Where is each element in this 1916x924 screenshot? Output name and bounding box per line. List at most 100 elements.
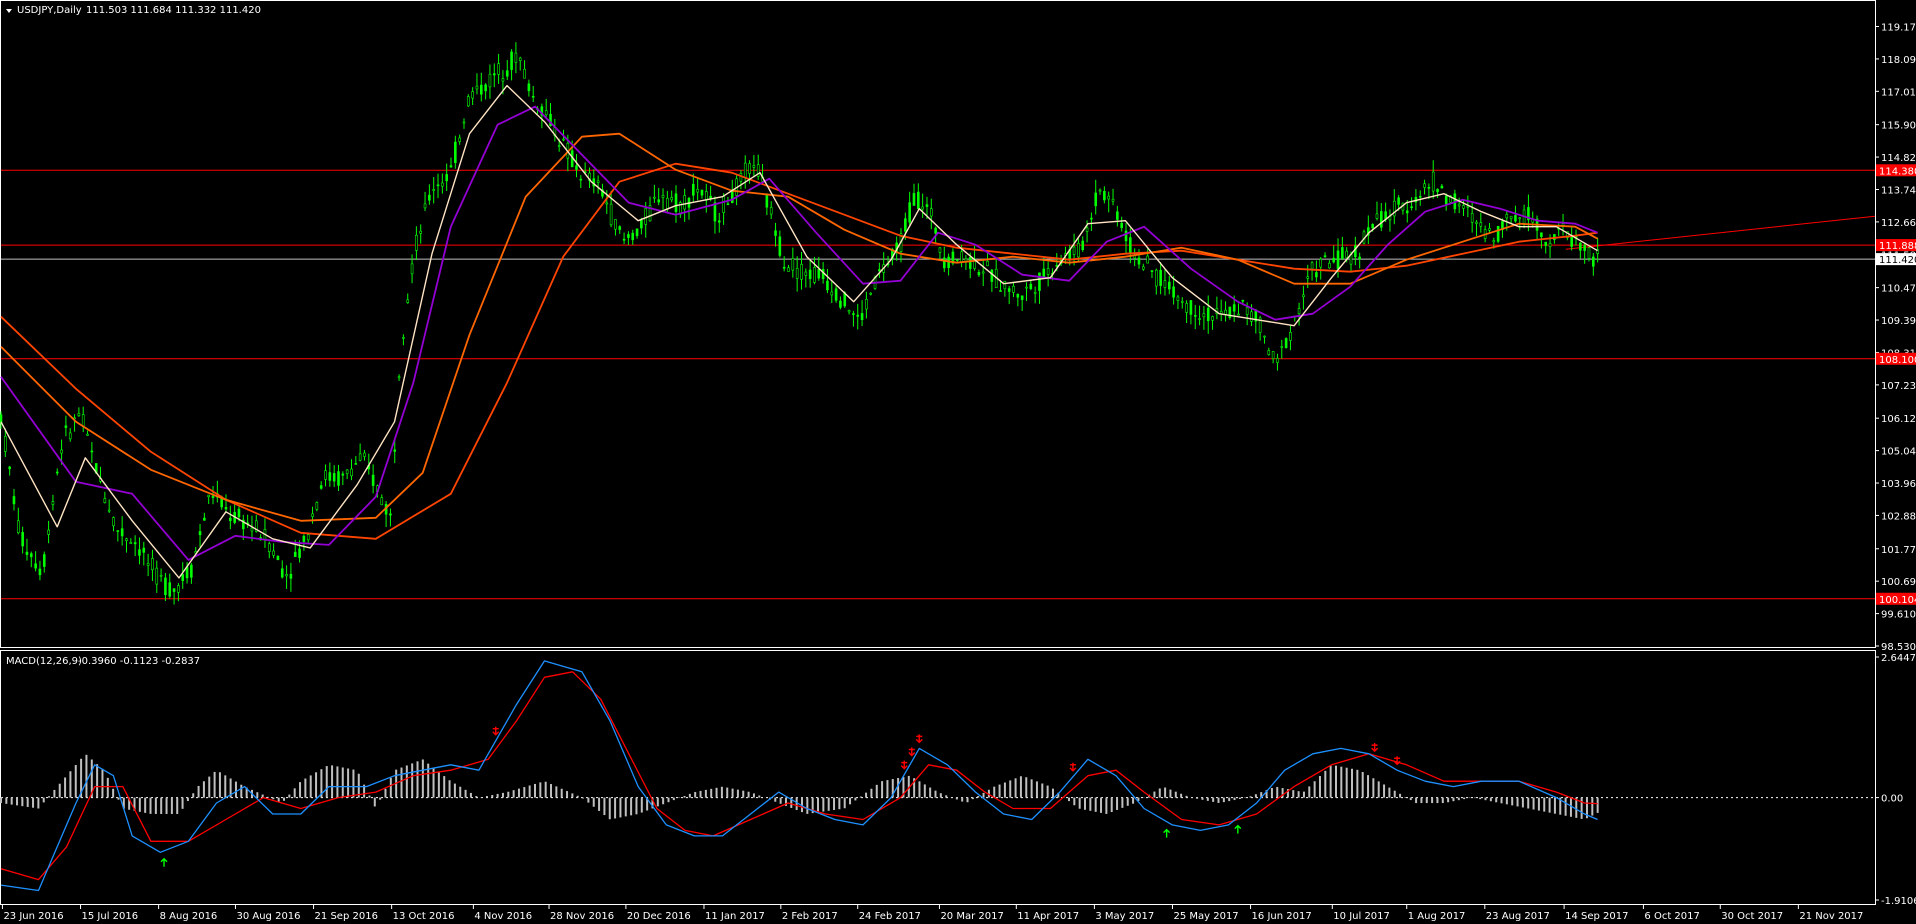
candle-body — [168, 582, 172, 597]
candle-body — [640, 219, 643, 229]
candle-body — [934, 227, 937, 234]
candle-body — [878, 269, 881, 272]
candle-body — [272, 550, 275, 556]
candle-body — [419, 230, 423, 234]
candle-body — [510, 51, 513, 70]
price-tick-label: 114.820 — [1881, 153, 1916, 164]
candle-body — [25, 551, 29, 555]
candle-body — [293, 551, 297, 557]
candle-body — [315, 502, 319, 510]
candle-body — [1302, 294, 1305, 298]
candle-body — [190, 564, 193, 578]
candle-body — [1470, 213, 1474, 223]
candle-body — [1284, 338, 1288, 348]
candle-body — [1081, 240, 1085, 251]
price-tick-label: 100.690 — [1881, 577, 1916, 588]
candle-body — [1280, 346, 1284, 348]
candle-body — [1012, 285, 1015, 293]
candle-body — [332, 473, 336, 482]
candle-body — [120, 528, 124, 537]
candle-body — [635, 228, 639, 237]
macd-tick-label: -1.9106 — [1881, 896, 1916, 907]
candle-body — [1345, 250, 1348, 259]
candle-body — [739, 173, 743, 182]
ma-slow-line — [0, 132, 1599, 522]
candle-body — [363, 452, 366, 457]
candle-body — [12, 496, 16, 505]
candle-body — [276, 556, 280, 561]
price-tick-label: 119.170 — [1881, 23, 1916, 34]
candle-body — [1150, 270, 1154, 272]
ma-mid-line — [0, 105, 1598, 561]
price-tick-label: 102.880 — [1881, 511, 1916, 522]
trading-chart-window[interactable]: 119.170 118.090 117.010 115.900 114.820 113.7… — [0, 0, 1916, 924]
candle-body — [726, 203, 730, 206]
candle-body — [1154, 269, 1158, 287]
candle-body — [159, 574, 163, 577]
candle-body — [1211, 316, 1214, 321]
candle-body — [34, 563, 37, 569]
time-tick-label: 24 Feb 2017 — [859, 911, 921, 922]
candle-body — [670, 197, 673, 201]
candle-body — [345, 469, 349, 474]
time-tick-label: 28 Nov 2016 — [550, 911, 614, 922]
candle-body — [921, 206, 924, 210]
candle-body — [1029, 283, 1033, 290]
candle-body — [661, 195, 665, 198]
candle-body — [856, 314, 860, 317]
candle-body — [1444, 195, 1448, 205]
candle-body — [817, 268, 821, 279]
candle-body — [960, 251, 963, 263]
candle-body — [454, 141, 457, 164]
candle-body — [1163, 280, 1167, 288]
candle-body — [1457, 203, 1461, 207]
candle-body — [402, 337, 405, 339]
candle-body — [337, 471, 340, 486]
candle-body — [1332, 257, 1336, 263]
candle-body — [428, 194, 431, 201]
candle-body — [151, 558, 154, 571]
arrow-up-icon — [160, 857, 168, 867]
candle-body — [700, 189, 704, 196]
candle-body — [722, 196, 725, 213]
candle-body — [1289, 332, 1292, 341]
candle-body — [518, 57, 522, 61]
candle-body — [1103, 191, 1106, 201]
candle-body — [1431, 171, 1435, 192]
time-tick-label: 25 May 2017 — [1173, 911, 1238, 922]
candle-body — [826, 280, 829, 291]
candle-body — [1336, 250, 1340, 270]
candle-body — [285, 574, 288, 577]
time-tick-label: 15 Jul 2016 — [82, 911, 139, 922]
candle-body — [484, 84, 487, 92]
price-tick-label: 103.960 — [1881, 479, 1916, 490]
candle-body — [410, 263, 414, 275]
candle-body — [1137, 257, 1141, 265]
candle-body — [90, 450, 94, 453]
candle-body — [1038, 272, 1041, 291]
price-tick-label: 101.770 — [1881, 545, 1916, 556]
time-tick-label: 4 Nov 2016 — [474, 911, 532, 922]
chart-canvas[interactable]: 119.170 118.090 117.010 115.900 114.820 113.7… — [0, 0, 1916, 924]
candle-body — [1120, 222, 1123, 228]
candle-body — [471, 91, 474, 99]
moving-averages — [0, 84, 1599, 579]
candle-body — [1544, 241, 1548, 246]
chart-menu-triangle-icon[interactable] — [6, 9, 12, 13]
candle-body — [458, 137, 461, 142]
candle-body — [1007, 288, 1011, 292]
candle-body — [778, 236, 782, 256]
price-tag-label: 114.380 — [1879, 166, 1916, 177]
candle-body — [1167, 281, 1171, 290]
candle-body — [38, 568, 42, 576]
time-tick-label: 1 Aug 2017 — [1408, 911, 1466, 922]
candle-body — [107, 509, 111, 512]
candle-body — [1267, 350, 1271, 356]
candle-body — [1159, 269, 1162, 286]
candle-body — [847, 310, 851, 313]
price-tag-label: 108.100 — [1879, 355, 1916, 366]
candle-body — [4, 436, 7, 452]
candle-body — [869, 292, 873, 295]
candle-body — [1237, 313, 1240, 316]
candle-body — [795, 268, 799, 279]
